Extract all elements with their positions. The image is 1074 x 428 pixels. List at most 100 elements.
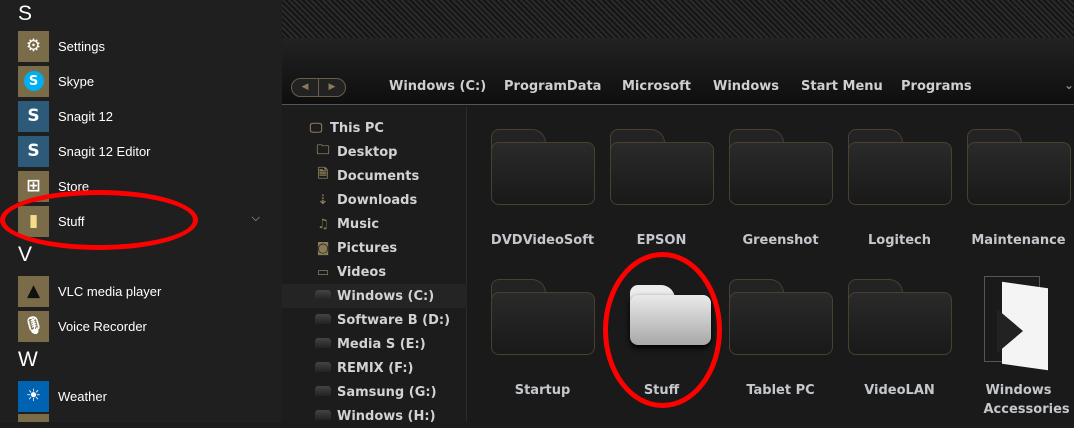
folder-icon: ▮: [18, 205, 49, 237]
group-letter-v[interactable]: V: [18, 243, 32, 267]
folder-icon: [847, 279, 952, 355]
breadcrumb-programdata[interactable]: ProgramData: [504, 79, 601, 94]
snagit-icon: S: [18, 100, 49, 132]
app-item-voice-recorder[interactable]: 🎙 Voice Recorder: [18, 310, 268, 342]
folder-icon: [490, 129, 595, 205]
store-icon: ⊞: [18, 170, 49, 202]
app-label: Snagit 12 Editor: [58, 143, 151, 159]
tree-item-media-s-e[interactable]: Media S (E:): [282, 332, 467, 356]
back-forward-buttons[interactable]: ◀ ▶: [291, 78, 346, 97]
folder-icon: [966, 129, 1071, 205]
vlc-icon: ▲: [18, 275, 49, 307]
drive-icon: [315, 361, 331, 376]
tree-item-label: Samsung (G:): [337, 384, 437, 400]
folder-stuff[interactable]: Stuff: [602, 279, 721, 400]
tree-item-label: This PC: [330, 120, 384, 136]
folder-icon: [728, 279, 833, 355]
tree-item-label: REMIX (F:): [337, 360, 414, 376]
folder-maintenance[interactable]: Maintenance: [959, 129, 1074, 250]
app-label: Weather: [58, 388, 107, 404]
address-bar[interactable]: ◀ ▶ ⌄ Windows (C:) ProgramData Microsoft Wi…: [282, 70, 1074, 105]
breadcrumb-programs[interactable]: Programs: [901, 79, 972, 94]
navigation-pane: 🖵 This PC 🗀 Desktop 🗎 Documents ⇣ Downloads ♫ Mus…: [282, 106, 467, 424]
tree-item-desktop[interactable]: 🗀 Desktop: [282, 140, 467, 164]
app-label: VLC media player: [58, 283, 162, 299]
folder-videolan[interactable]: VideoLAN: [840, 279, 959, 400]
tree-item-label: Documents: [337, 168, 420, 184]
partial-app-tile[interactable]: [18, 414, 49, 422]
forward-arrow-icon[interactable]: ▶: [319, 79, 345, 96]
breadcrumb-windows-c-[interactable]: Windows (C:): [389, 79, 486, 94]
tree-item-label: Music: [337, 216, 380, 232]
folder-windows-accessories[interactable]: Windows Accessories: [959, 276, 1074, 419]
folder-icon: [967, 276, 1071, 371]
folder-dvdvideosoft[interactable]: DVDVideoSoft: [483, 129, 602, 250]
file-explorer-window: ◀ ▶ ⌄ Windows (C:) ProgramData Microsoft Wi…: [282, 0, 1074, 424]
back-arrow-icon[interactable]: ◀: [292, 79, 319, 96]
breadcrumb-windows[interactable]: Windows: [713, 79, 779, 94]
breadcrumb-start-menu[interactable]: Start Menu: [801, 79, 883, 94]
tree-item-windows-c[interactable]: Windows (C:): [282, 284, 467, 308]
folder-greenshot[interactable]: Greenshot: [721, 129, 840, 250]
folder-icon: [609, 129, 714, 205]
app-item-store[interactable]: ⊞ Store: [18, 170, 268, 202]
tree-item-videos[interactable]: ▭ Videos: [282, 260, 467, 284]
folder-logitech[interactable]: Logitech: [840, 129, 959, 250]
folder-label: Startup: [514, 383, 571, 398]
tree-item-downloads[interactable]: ⇣ Downloads: [282, 188, 467, 212]
app-item-settings[interactable]: ⚙ Settings: [18, 30, 268, 62]
breadcrumb-microsoft[interactable]: Microsoft: [622, 79, 691, 94]
group-letter-w[interactable]: W: [18, 348, 38, 372]
tree-item-windows-h[interactable]: Windows (H:): [282, 404, 467, 428]
folder-label: Windows Accessories: [983, 383, 1070, 417]
music-icon: ♫: [317, 216, 329, 232]
app-label: Settings: [58, 38, 105, 54]
folder-icon: [610, 279, 714, 355]
chevron-down-icon[interactable]: ⌵: [252, 211, 260, 225]
app-label: Skype: [58, 73, 95, 89]
app-item-skype[interactable]: S Skype: [18, 65, 268, 97]
tree-item-music[interactable]: ♫ Music: [282, 212, 467, 236]
folder-tablet-pc[interactable]: Tablet PC: [721, 279, 840, 400]
app-item-vlc-media-player[interactable]: ▲ VLC media player: [18, 275, 268, 307]
sun-icon: ☀: [18, 380, 49, 412]
tree-item-label: Videos: [337, 264, 387, 280]
tree-item-software-b-d[interactable]: Software B (D:): [282, 308, 467, 332]
tree-item-documents[interactable]: 🗎 Documents: [282, 164, 467, 188]
tree-item-label: Media S (E:): [337, 336, 426, 352]
drive-icon: [315, 289, 331, 304]
tree-item-this-pc[interactable]: 🖵 This PC: [282, 116, 467, 140]
tree-item-remix-f[interactable]: REMIX (F:): [282, 356, 467, 380]
tree-item-label: Windows (H:): [337, 408, 436, 424]
tree-item-label: Software B (D:): [337, 312, 451, 328]
download-icon: ⇣: [317, 192, 329, 208]
video-icon: ▭: [316, 264, 330, 280]
folder-label: DVDVideoSoft: [490, 233, 595, 248]
folder-icon: 🗀: [316, 143, 330, 158]
skype-icon: S: [18, 65, 49, 97]
drive-icon: [315, 409, 331, 424]
app-label: Voice Recorder: [58, 318, 147, 334]
folder-label: Maintenance: [971, 233, 1066, 248]
app-label: Store: [58, 178, 90, 194]
folder-icon: [847, 129, 952, 205]
folder-startup[interactable]: Startup: [483, 279, 602, 400]
app-item-stuff[interactable]: ▮ Stuff ⌵: [18, 205, 268, 237]
tree-item-samsung-g[interactable]: Samsung (G:): [282, 380, 467, 404]
app-item-snagit-12[interactable]: S Snagit 12: [18, 100, 268, 132]
folder-label: VideoLAN: [864, 383, 935, 398]
app-label: Stuff: [58, 213, 85, 229]
tree-item-label: Desktop: [337, 144, 398, 160]
document-icon: 🗎: [317, 167, 329, 182]
app-item-weather[interactable]: ☀ Weather: [18, 380, 268, 412]
folder-label: Stuff: [643, 383, 680, 398]
group-letter-s[interactable]: S: [18, 2, 32, 26]
folder-epson[interactable]: EPSON: [602, 129, 721, 250]
camera-icon: ◙: [316, 240, 330, 256]
app-label: Snagit 12: [58, 108, 113, 124]
tree-item-pictures[interactable]: ◙ Pictures: [282, 236, 467, 260]
folder-label: Logitech: [868, 233, 931, 248]
app-item-snagit-12-editor[interactable]: S Snagit 12 Editor: [18, 135, 268, 167]
history-chevron-icon[interactable]: ⌄: [1064, 78, 1074, 92]
microphone-icon: 🎙: [18, 310, 49, 342]
